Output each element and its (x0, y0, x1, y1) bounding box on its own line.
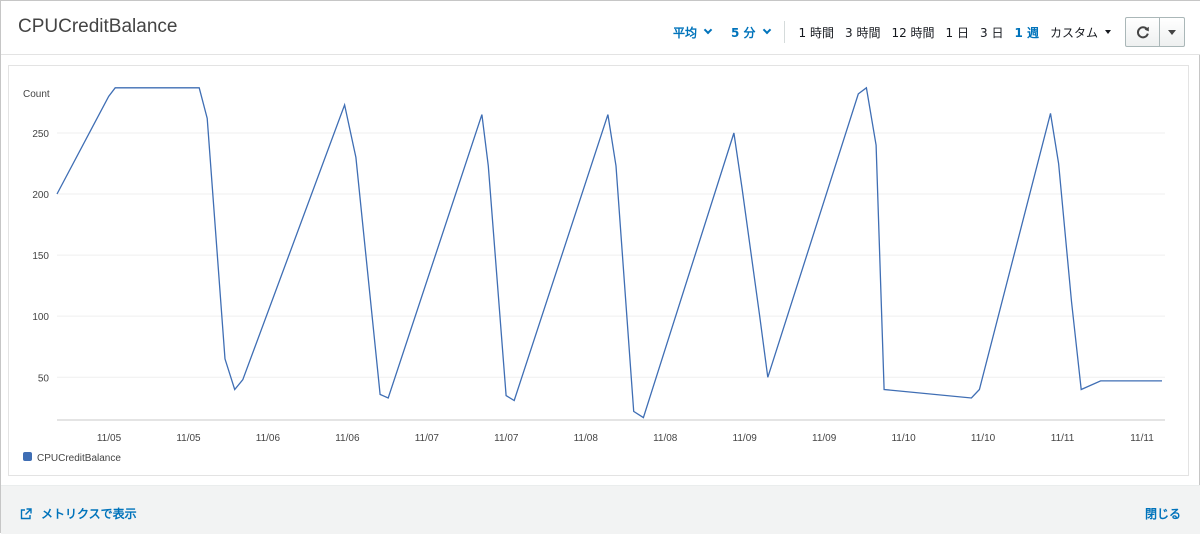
chevron-down-icon (762, 25, 771, 35)
refresh-button-group (1125, 17, 1185, 47)
time-controls: 平均 5 分 1 時間 3 時間 12 時間 1 日 3 日 1 週 カスタム (673, 17, 1185, 47)
y-tick-label: 250 (32, 129, 49, 140)
refresh-icon (1136, 26, 1149, 39)
caret-down-icon (1168, 29, 1176, 35)
y-ticks: 50 100 150 200 250 (32, 129, 49, 384)
close-button[interactable]: 閉じる (1145, 505, 1181, 522)
x-ticks: 11/05 11/05 11/06 11/06 11/07 11/07 11/08 11/08… (97, 433, 1154, 444)
x-tick-label: 11/06 (335, 433, 360, 444)
range-1d[interactable]: 1 日 (946, 24, 969, 41)
x-tick-label: 11/08 (574, 433, 599, 444)
x-tick-label: 11/07 (494, 433, 519, 444)
legend-label: CPUCreditBalance (37, 453, 121, 464)
chevron-down-icon (703, 25, 713, 35)
refresh-button[interactable] (1126, 18, 1160, 46)
y-axis-label: Count (23, 89, 50, 100)
divider (783, 21, 785, 43)
series-line-cpucreditbalance (56, 86, 1162, 419)
x-tick-label: 11/08 (653, 433, 678, 444)
x-tick-label: 11/05 (97, 433, 122, 444)
x-tick-label: 11/09 (733, 433, 758, 444)
x-tick-label: 11/10 (891, 433, 916, 444)
range-1w[interactable]: 1 週 (1014, 24, 1039, 41)
legend-swatch (23, 452, 32, 461)
y-tick-label: 200 (32, 190, 49, 201)
y-tick-label: 150 (32, 251, 49, 262)
line-chart: Count 50100150200250 11/05 11/05 11/06 11/0… (23, 86, 1165, 464)
metric-panel: CPUCreditBalance 平均 5 分 1 時間 3 時間 12 時間 … (0, 0, 1200, 534)
x-tick-label: 11/09 (812, 433, 837, 444)
statistic-select[interactable]: 平均 (673, 24, 713, 41)
view-in-metrics-link[interactable]: メトリクスで表示 (20, 505, 137, 522)
custom-range-select[interactable]: カスタム (1050, 24, 1111, 41)
refresh-options-button[interactable] (1160, 18, 1184, 46)
x-tick-label: 11/05 (176, 433, 201, 444)
statistic-label: 平均 (673, 25, 698, 40)
caret-down-icon (1105, 30, 1111, 34)
range-12h[interactable]: 12 時間 (891, 24, 934, 41)
view-in-metrics-label: メトリクスで表示 (41, 507, 137, 521)
period-select[interactable]: 5 分 (731, 24, 771, 41)
external-link-icon (20, 507, 32, 519)
x-tick-label: 11/11 (1130, 433, 1154, 444)
custom-label: カスタム (1049, 25, 1098, 40)
y-tick-label: 100 (32, 312, 49, 323)
metric-title: CPUCreditBalance (18, 16, 178, 37)
y-tick-label: 50 (38, 373, 50, 384)
x-tick-label: 11/11 (1051, 433, 1075, 444)
x-tick-label: 11/10 (971, 433, 996, 444)
chart-area: Count 50 100 150 200 250 11/05 11/05 11/06 11/0… (8, 65, 1189, 476)
x-tick-label: 11/07 (415, 433, 440, 444)
legend[interactable]: CPUCreditBalance (23, 452, 121, 464)
panel-footer: メトリクスで表示 閉じる (1, 485, 1200, 534)
x-tick-label: 11/06 (256, 433, 281, 444)
panel-header: CPUCreditBalance 平均 5 分 1 時間 3 時間 12 時間 … (1, 1, 1200, 55)
range-3d[interactable]: 3 日 (980, 24, 1003, 41)
range-1h[interactable]: 1 時間 (799, 24, 834, 41)
range-3h[interactable]: 3 時間 (845, 24, 880, 41)
period-label: 5 分 (731, 25, 756, 40)
